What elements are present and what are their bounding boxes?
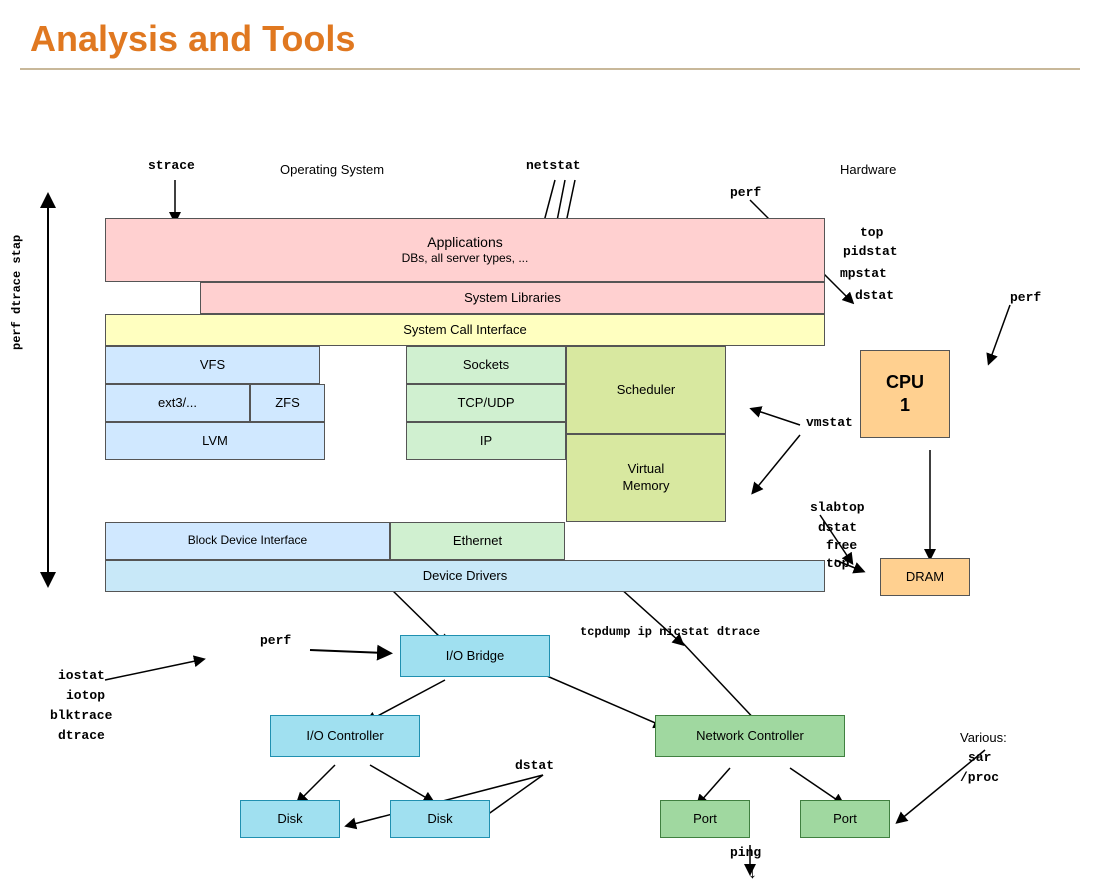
device-drivers-box: Device Drivers: [105, 560, 825, 592]
top2-label: top: [826, 556, 849, 571]
top-label: top: [860, 222, 883, 244]
block-device-box: Block Device Interface: [105, 522, 390, 560]
cpu-text: CPU 1: [886, 371, 924, 418]
dstat2-label: dstat: [818, 520, 857, 535]
lvm-text: LVM: [202, 433, 228, 450]
network-controller-box: Network Controller: [655, 715, 845, 757]
io-bridge-text: I/O Bridge: [446, 648, 505, 665]
ip-box: IP: [406, 422, 566, 460]
disk2-box: Disk: [390, 800, 490, 838]
scheduler-text: Scheduler: [617, 382, 676, 399]
pidstat-label: pidstat: [843, 244, 898, 259]
disk1-text: Disk: [277, 811, 302, 828]
ext3-text: ext3/...: [158, 395, 197, 412]
syscall-text: System Call Interface: [403, 322, 527, 339]
zfs-box: ZFS: [250, 384, 325, 422]
vfs-text: VFS: [200, 357, 225, 374]
perf-right-label: perf: [1010, 290, 1041, 305]
ethernet-box: Ethernet: [390, 522, 565, 560]
tcpdump-label: tcpdump ip nicstat dtrace: [580, 625, 760, 639]
free-label: free: [826, 538, 857, 553]
sockets-box: Sockets: [406, 346, 566, 384]
dram-box: DRAM: [880, 558, 970, 596]
port2-box: Port: [800, 800, 890, 838]
network-controller-text: Network Controller: [696, 728, 804, 745]
sar-label: sar: [968, 750, 991, 765]
ethernet-text: Ethernet: [453, 533, 502, 550]
port1-text: Port: [693, 811, 717, 828]
block-device-text: Block Device Interface: [188, 533, 307, 549]
syslibs-text: System Libraries: [464, 290, 561, 307]
dtrace1-label: dtrace: [58, 728, 105, 743]
mpstat-label: mpstat: [840, 266, 887, 281]
syslibs-box: System Libraries: [200, 282, 825, 314]
perf-dtrace-stap-label: perf dtrace stap: [10, 235, 24, 350]
ext3-box: ext3/...: [105, 384, 250, 422]
ping-label: ping: [730, 845, 761, 860]
tcpudp-text: TCP/UDP: [457, 395, 514, 412]
disk2-text: Disk: [427, 811, 452, 828]
main-area: strace Operating System netstat Hardware…: [0, 70, 1100, 844]
scheduler-box: Scheduler: [566, 346, 726, 434]
slabtop-label: slabtop: [810, 500, 865, 515]
vmstat-label: vmstat: [806, 415, 853, 430]
ping-arrow: ↓: [748, 862, 757, 883]
strace-label: strace: [148, 158, 195, 173]
zfs-text: ZFS: [275, 395, 300, 412]
vfs-box: VFS: [105, 346, 320, 384]
applications-text: Applications: [402, 233, 529, 251]
io-controller-box: I/O Controller: [270, 715, 420, 757]
blktrace-label: blktrace: [50, 708, 112, 723]
sockets-text: Sockets: [463, 357, 509, 374]
hardware-label: Hardware: [840, 162, 896, 177]
applications-box: Applications DBs, all server types, ...: [105, 218, 825, 282]
perf-top-label: perf: [730, 185, 761, 200]
dbs-text: DBs, all server types, ...: [402, 251, 529, 267]
virtual-memory-box: Virtual Memory: [566, 434, 726, 522]
cpu-box: CPU 1: [860, 350, 950, 438]
dstat1-label: dstat: [855, 288, 894, 303]
os-label: Operating System: [280, 162, 384, 177]
lvm-box: LVM: [105, 422, 325, 460]
ip-text: IP: [480, 433, 492, 450]
port1-box: Port: [660, 800, 750, 838]
page-container: Analysis and Tools: [0, 0, 1100, 844]
tcpudp-box: TCP/UDP: [406, 384, 566, 422]
netstat-label: netstat: [526, 158, 581, 173]
syscall-box: System Call Interface: [105, 314, 825, 346]
io-controller-text: I/O Controller: [306, 728, 383, 745]
perf2-label: perf: [260, 633, 291, 648]
dstat3-label: dstat: [515, 758, 554, 773]
io-bridge-box: I/O Bridge: [400, 635, 550, 677]
disk1-box: Disk: [240, 800, 340, 838]
port2-text: Port: [833, 811, 857, 828]
virtual-memory-text: Virtual Memory: [623, 461, 670, 495]
various-label: Various:: [960, 730, 1007, 745]
iotop-label: iotop: [66, 688, 105, 703]
iostat-label: iostat: [58, 668, 105, 683]
page-title: Analysis and Tools: [0, 0, 1100, 68]
device-drivers-text: Device Drivers: [423, 568, 508, 585]
proc-label: /proc: [960, 770, 999, 785]
dram-text: DRAM: [906, 569, 944, 586]
